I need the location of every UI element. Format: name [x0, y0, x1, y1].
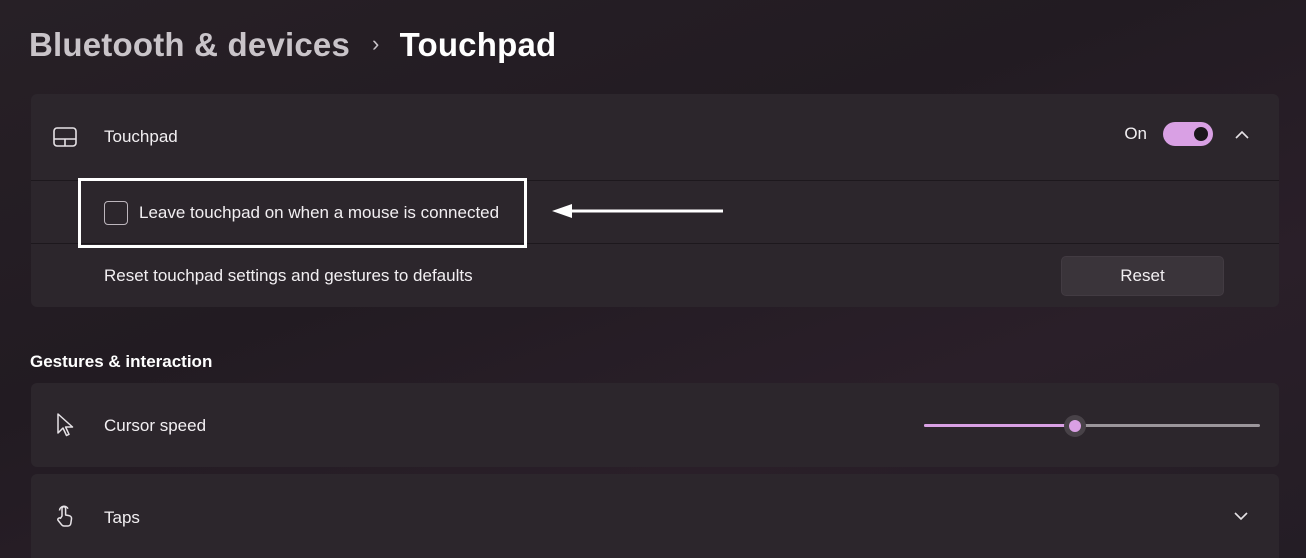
chevron-up-icon[interactable] — [1235, 127, 1249, 141]
tap-hand-icon — [53, 504, 77, 528]
page-title: Touchpad — [399, 26, 557, 63]
chevron-down-icon[interactable] — [1234, 508, 1248, 522]
cursor-speed-card: Cursor speed — [31, 383, 1279, 467]
touchpad-label: Touchpad — [104, 127, 178, 146]
cursor-speed-label: Cursor speed — [104, 416, 207, 435]
reset-button[interactable]: Reset — [1061, 256, 1224, 296]
touchpad-toggle-area: On — [1124, 122, 1249, 146]
slider-fill — [924, 424, 1076, 427]
breadcrumb-parent[interactable]: Bluetooth & devices — [29, 26, 350, 64]
reset-label: Reset touchpad settings and gestures to … — [104, 265, 473, 285]
taps-label: Taps — [104, 508, 140, 527]
touchpad-header-row[interactable]: Touchpad On — [31, 94, 1279, 180]
arrow-left-icon — [552, 204, 723, 218]
highlight-box — [78, 178, 527, 248]
touchpad-toggle[interactable] — [1163, 122, 1213, 146]
slider-thumb-inner — [1069, 420, 1082, 432]
cursor-speed-slider[interactable] — [924, 415, 1260, 437]
reset-row: Reset touchpad settings and gestures to … — [31, 243, 1279, 307]
breadcrumb: Bluetooth & devices › Touchpad — [29, 26, 556, 64]
cursor-icon — [53, 413, 77, 437]
toggle-knob — [1194, 127, 1208, 141]
touchpad-icon — [53, 125, 77, 149]
breadcrumb-separator: › — [372, 31, 380, 56]
slider-thumb[interactable] — [1064, 415, 1087, 437]
toggle-state-label: On — [1124, 124, 1147, 143]
taps-card[interactable]: Taps — [31, 474, 1279, 558]
section-title: Gestures & interaction — [30, 352, 213, 371]
